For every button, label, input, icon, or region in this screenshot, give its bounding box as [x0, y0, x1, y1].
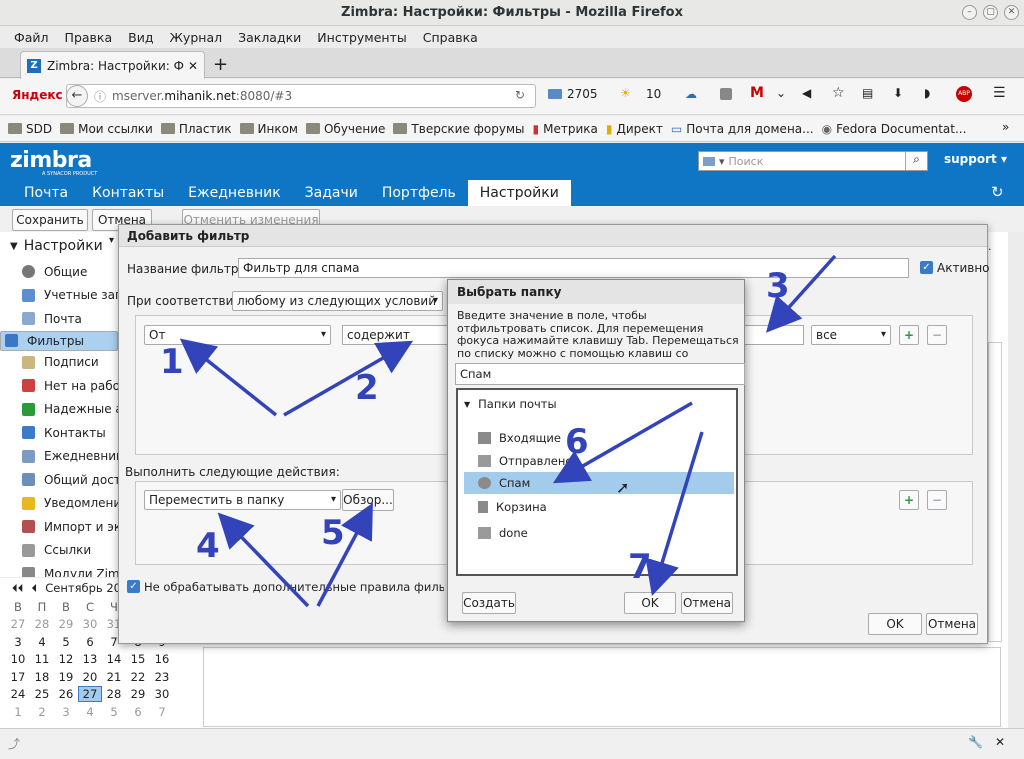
annotation-arrows	[179, 254, 837, 608]
annotation-4: 4	[196, 526, 220, 566]
annotation-7: 7	[628, 547, 652, 587]
arrow-4	[217, 512, 310, 608]
annotation-5: 5	[321, 513, 345, 553]
arrow-1	[179, 338, 278, 417]
arrow-7	[645, 431, 704, 597]
annotation-6: 6	[565, 422, 589, 462]
arrow-2	[283, 340, 414, 417]
annotation-2: 2	[355, 368, 379, 408]
annotation-1: 1	[160, 342, 184, 382]
annotation-3: 3	[766, 266, 790, 306]
